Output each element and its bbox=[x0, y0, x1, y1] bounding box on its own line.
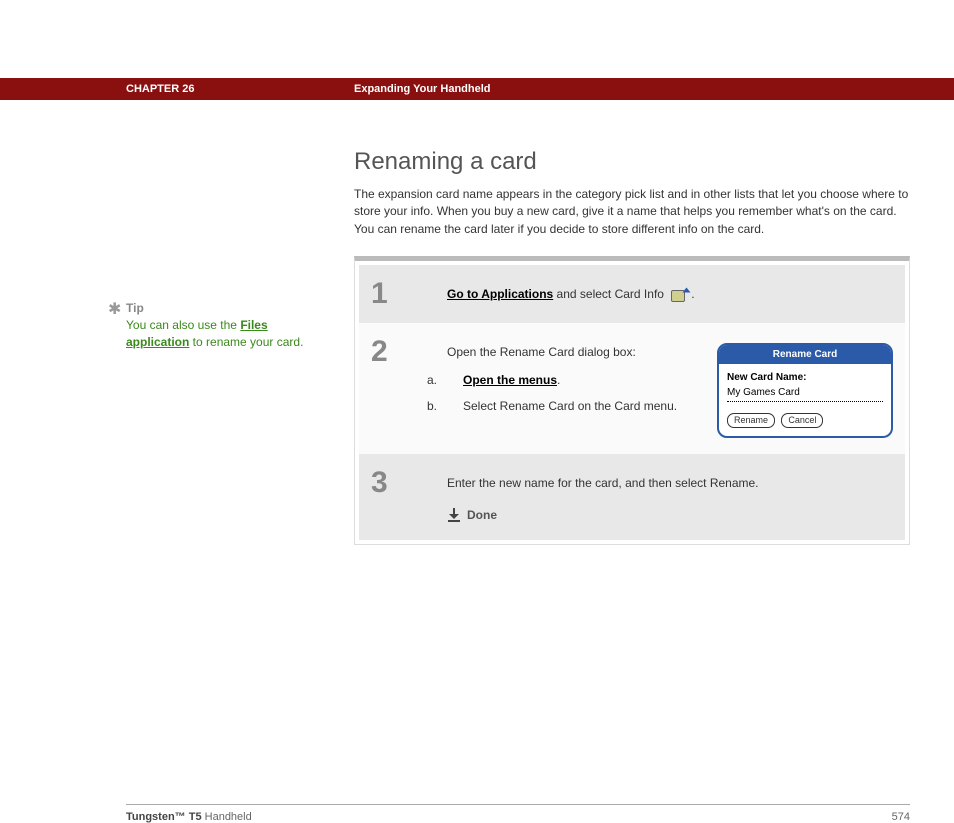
step-1-rest: and select Card Info bbox=[553, 287, 667, 301]
substep-b-marker: b. bbox=[447, 397, 463, 415]
step-number: 2 bbox=[359, 323, 427, 454]
tip-post: to rename your card. bbox=[189, 335, 303, 349]
product-rest: Handheld bbox=[202, 811, 252, 823]
tip-pre: You can also use the bbox=[126, 318, 240, 332]
step-2-lead: Open the Rename Card dialog box: bbox=[447, 343, 699, 361]
open-the-menus-link[interactable]: Open the menus bbox=[463, 373, 557, 387]
substep-a-marker: a. bbox=[447, 371, 463, 389]
done-label: Done bbox=[467, 508, 497, 522]
product-name: Tungsten™ T5 Handheld bbox=[126, 811, 252, 823]
rename-button[interactable]: Rename bbox=[727, 413, 775, 428]
step-body: Enter the new name for the card, and the… bbox=[427, 454, 905, 540]
chapter-label: CHAPTER 26 bbox=[126, 83, 354, 95]
step-3: 3 Enter the new name for the card, and t… bbox=[359, 454, 905, 540]
step-2: 2 Open the Rename Card dialog box: a.Ope… bbox=[359, 323, 905, 454]
step-3-text: Enter the new name for the card, and the… bbox=[447, 474, 893, 492]
step-1: 1 Go to Applications and select Card Inf… bbox=[359, 265, 905, 323]
step-number: 3 bbox=[359, 454, 427, 540]
intro-paragraph: The expansion card name appears in the c… bbox=[354, 186, 910, 238]
product-bold: Tungsten™ T5 bbox=[126, 811, 202, 823]
chapter-title: Expanding Your Handheld bbox=[354, 83, 491, 95]
tip-label: Tip bbox=[126, 300, 314, 317]
substep-a-end: . bbox=[557, 373, 560, 387]
go-to-applications-link[interactable]: Go to Applications bbox=[447, 287, 553, 301]
step-body: Go to Applications and select Card Info … bbox=[427, 265, 905, 323]
card-info-icon bbox=[671, 286, 689, 301]
tip-box: ✱ Tip You can also use the Files applica… bbox=[126, 300, 314, 350]
dialog-field-value[interactable]: My Games Card bbox=[727, 385, 883, 402]
step-number: 1 bbox=[359, 265, 427, 323]
substep-b: b.Select Rename Card on the Card menu. bbox=[447, 397, 699, 415]
tip-star-icon: ✱ bbox=[108, 299, 121, 321]
step-body: Open the Rename Card dialog box: a.Open … bbox=[427, 323, 905, 454]
page-title: Renaming a card bbox=[354, 148, 910, 176]
rename-card-dialog: Rename Card New Card Name: My Games Card… bbox=[717, 343, 893, 438]
substep-a: a.Open the menus. bbox=[447, 371, 699, 389]
dialog-field-label: New Card Name: bbox=[727, 370, 883, 385]
page-header: CHAPTER 26 Expanding Your Handheld bbox=[0, 78, 954, 100]
substep-b-text: Select Rename Card on the Card menu. bbox=[463, 399, 677, 413]
dialog-title: Rename Card bbox=[719, 345, 891, 364]
steps-container: 1 Go to Applications and select Card Inf… bbox=[354, 256, 910, 545]
done-icon bbox=[447, 508, 461, 522]
page-footer: Tungsten™ T5 Handheld 574 bbox=[126, 804, 910, 823]
cancel-button[interactable]: Cancel bbox=[781, 413, 823, 428]
step-1-end: . bbox=[691, 287, 694, 301]
tip-text: You can also use the Files application t… bbox=[126, 317, 314, 351]
page-number: 574 bbox=[892, 811, 910, 823]
